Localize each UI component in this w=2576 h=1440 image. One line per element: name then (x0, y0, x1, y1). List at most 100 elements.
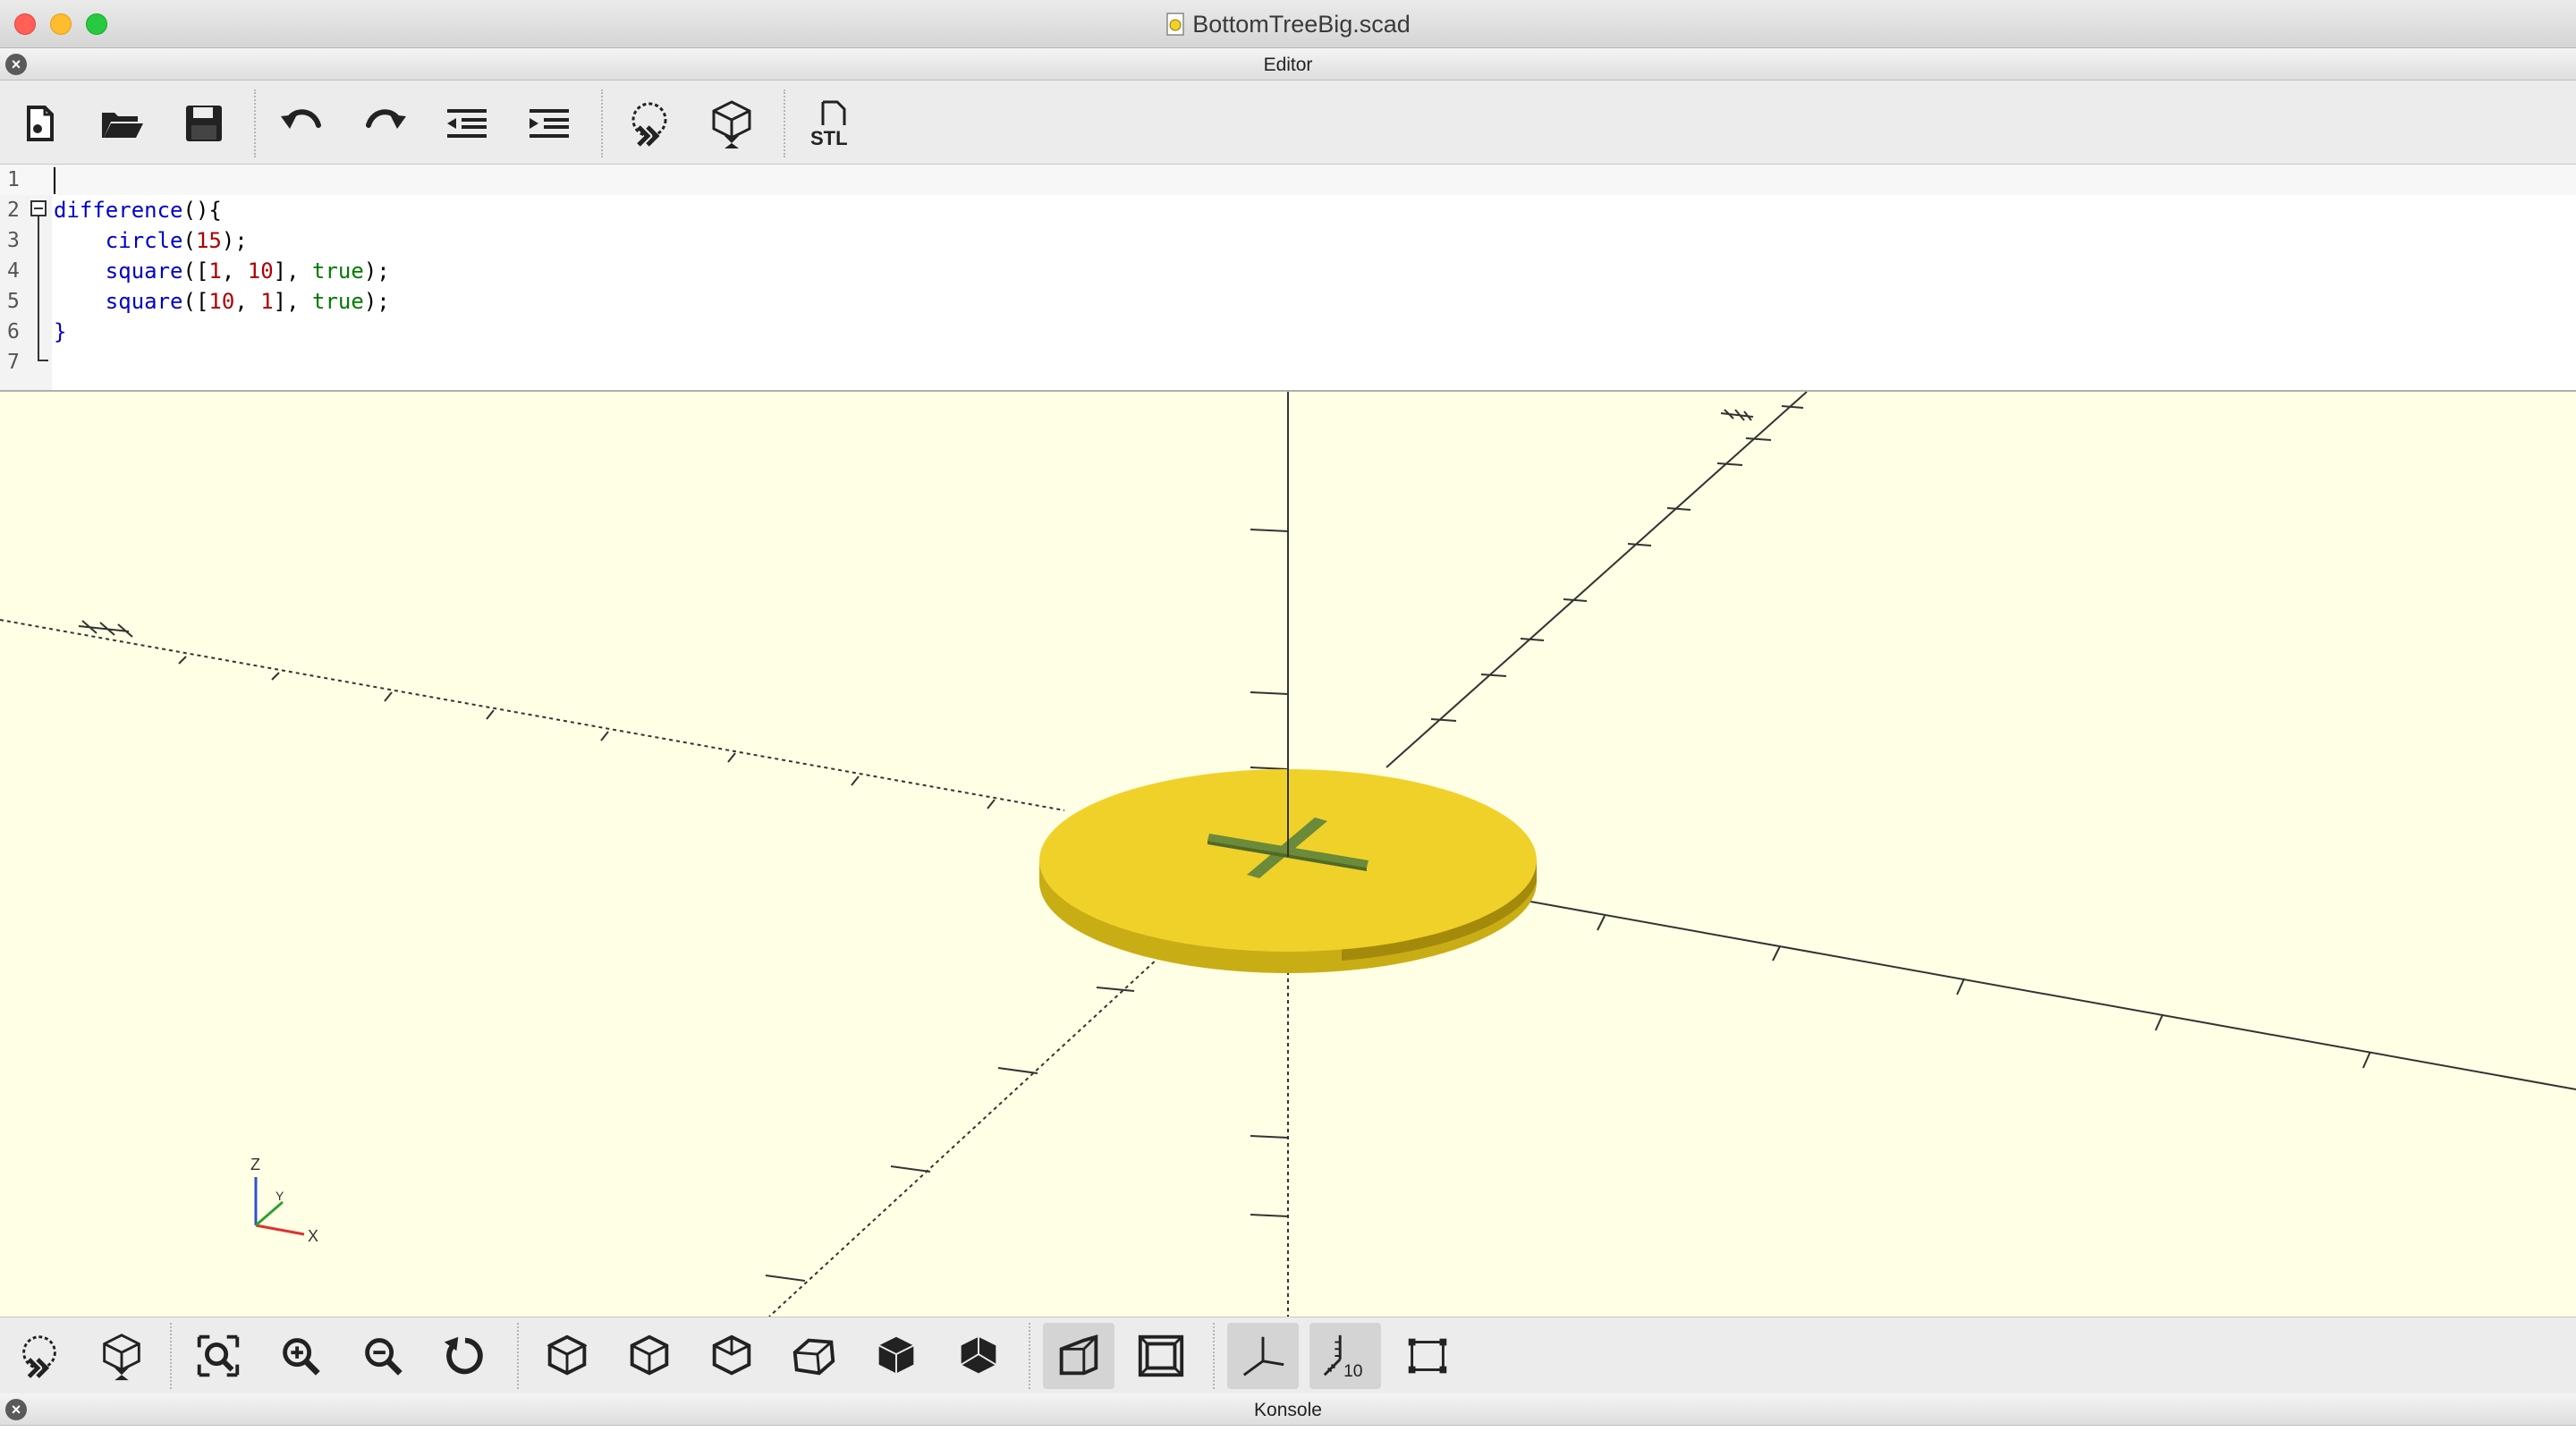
view-top-button[interactable] (614, 1323, 685, 1389)
indent-button[interactable] (521, 95, 578, 152)
unindent-icon (447, 109, 487, 138)
folder-open-icon (102, 113, 143, 138)
code-text-line-3[interactable]: circle(15); (54, 225, 248, 256)
toolbar-separator (1029, 1323, 1030, 1389)
reset-view-icon (444, 1336, 483, 1375)
undo-button[interactable] (274, 95, 331, 152)
view-render-button[interactable] (86, 1323, 157, 1389)
negative-y-axis (768, 936, 1182, 1317)
code-text-line-2[interactable]: difference(){ (54, 195, 222, 225)
view-left-button[interactable] (778, 1323, 850, 1389)
show-scale-button[interactable]: 10 (1309, 1323, 1381, 1389)
window-titlebar: BottomTreeBig.scad (0, 0, 2576, 48)
reset-view-button[interactable] (429, 1323, 501, 1389)
code-editor[interactable]: 1 2 difference(){ 3 circle(15); 4 square… (0, 165, 2576, 392)
zoom-in-button[interactable] (265, 1323, 336, 1389)
show-axes-button[interactable] (1227, 1323, 1299, 1389)
floppy-disk-icon (186, 106, 222, 141)
line-number: 2 (7, 199, 20, 222)
editor-dock-title: Editor (1263, 55, 1313, 75)
code-line[interactable]: 5 square([10, 1], true); (0, 286, 2576, 317)
orthogonal-icon (1138, 1334, 1184, 1377)
code-line[interactable]: 7 (0, 347, 2576, 377)
redo-button[interactable] (356, 95, 413, 152)
cube-front-icon (878, 1336, 914, 1374)
line-number: 7 (7, 351, 20, 374)
view-right-button[interactable] (531, 1323, 603, 1389)
preview-button[interactable] (621, 95, 678, 152)
render-icon (712, 100, 751, 148)
scale-markers-icon: 10 (1323, 1334, 1363, 1381)
editor-dock-header: × Editor (0, 48, 2576, 80)
view-bottom-button[interactable] (696, 1323, 767, 1389)
perspective-icon (1059, 1334, 1098, 1376)
viewport-scene: Z X Y (0, 392, 2576, 1317)
new-file-button[interactable] (11, 95, 68, 152)
redo-icon (366, 109, 406, 129)
cube-left-icon (792, 1338, 835, 1376)
code-line[interactable]: 3 circle(15); (0, 225, 2576, 256)
line-number: 1 (7, 168, 20, 191)
orientation-x-line (255, 1224, 305, 1236)
zoom-in-icon (283, 1338, 320, 1376)
toolbar-separator (784, 89, 785, 157)
show-edges-button[interactable] (1392, 1323, 1463, 1389)
view-front-button[interactable] (860, 1323, 932, 1389)
console-output-area[interactable] (0, 1426, 2576, 1440)
text-caret (54, 167, 55, 194)
fold-guide (38, 216, 39, 360)
orientation-x-label: X (308, 1227, 318, 1245)
positive-x-axis (1520, 899, 2576, 1090)
code-text-line-6[interactable]: } (54, 317, 66, 347)
indent-icon (530, 109, 569, 138)
window-title: BottomTreeBig.scad (0, 11, 2576, 38)
zoom-fit-icon (197, 1334, 240, 1377)
cube-bottom-icon (712, 1334, 751, 1376)
fold-toggle-icon[interactable] (30, 200, 47, 216)
code-text-line-4[interactable]: square([1, 10], true); (54, 256, 390, 286)
code-line[interactable]: 1 (0, 165, 2576, 195)
window-title-text: BottomTreeBig.scad (1192, 11, 1411, 38)
console-dock-title: Konsole (1254, 1400, 1322, 1420)
new-document-icon (27, 106, 54, 141)
open-file-button[interactable] (93, 95, 150, 152)
view-all-button[interactable] (182, 1323, 254, 1389)
view-back-button[interactable] (943, 1323, 1014, 1389)
render-icon (103, 1334, 140, 1381)
line-number: 6 (7, 320, 20, 343)
3d-viewport[interactable]: Z X Y (0, 392, 2576, 1317)
preview-icon (631, 102, 667, 147)
positive-y-axis (1385, 392, 1808, 768)
edges-icon (1408, 1338, 1447, 1374)
unindent-button[interactable] (438, 95, 496, 152)
orientation-y-label: Y (275, 1189, 284, 1203)
toolbar-separator (254, 89, 256, 157)
negative-x-axis (0, 619, 1065, 811)
save-file-button[interactable] (175, 95, 233, 152)
editor-toolbar: STL (0, 82, 2576, 165)
axes-icon (1242, 1336, 1284, 1376)
cube-back-icon (961, 1336, 996, 1374)
toolbar-separator (601, 89, 603, 157)
stl-label: STL (810, 127, 848, 149)
code-text-line-5[interactable]: square([10, 1], true); (54, 286, 390, 317)
cube-right-icon (547, 1334, 588, 1376)
perspective-button[interactable] (1043, 1323, 1114, 1389)
axis-scale-label-marks (78, 409, 1754, 638)
line-number: 5 (7, 290, 20, 313)
toolbar-separator (517, 1323, 519, 1389)
render-button[interactable] (703, 95, 760, 152)
view-preview-button[interactable] (4, 1323, 75, 1389)
cube-top-icon (630, 1334, 669, 1376)
export-stl-button[interactable]: STL (803, 95, 860, 152)
orthogonal-button[interactable] (1125, 1323, 1197, 1389)
toolbar-separator (1213, 1323, 1215, 1389)
scale-label: 10 (1343, 1362, 1363, 1381)
preview-icon (22, 1335, 56, 1378)
stl-export-icon: STL (810, 100, 848, 149)
code-line[interactable]: 2 difference(){ (0, 195, 2576, 225)
code-line[interactable]: 6 } (0, 317, 2576, 347)
code-line[interactable]: 4 square([1, 10], true); (0, 256, 2576, 286)
zoom-out-button[interactable] (347, 1323, 419, 1389)
orientation-z-label: Z (250, 1156, 260, 1173)
